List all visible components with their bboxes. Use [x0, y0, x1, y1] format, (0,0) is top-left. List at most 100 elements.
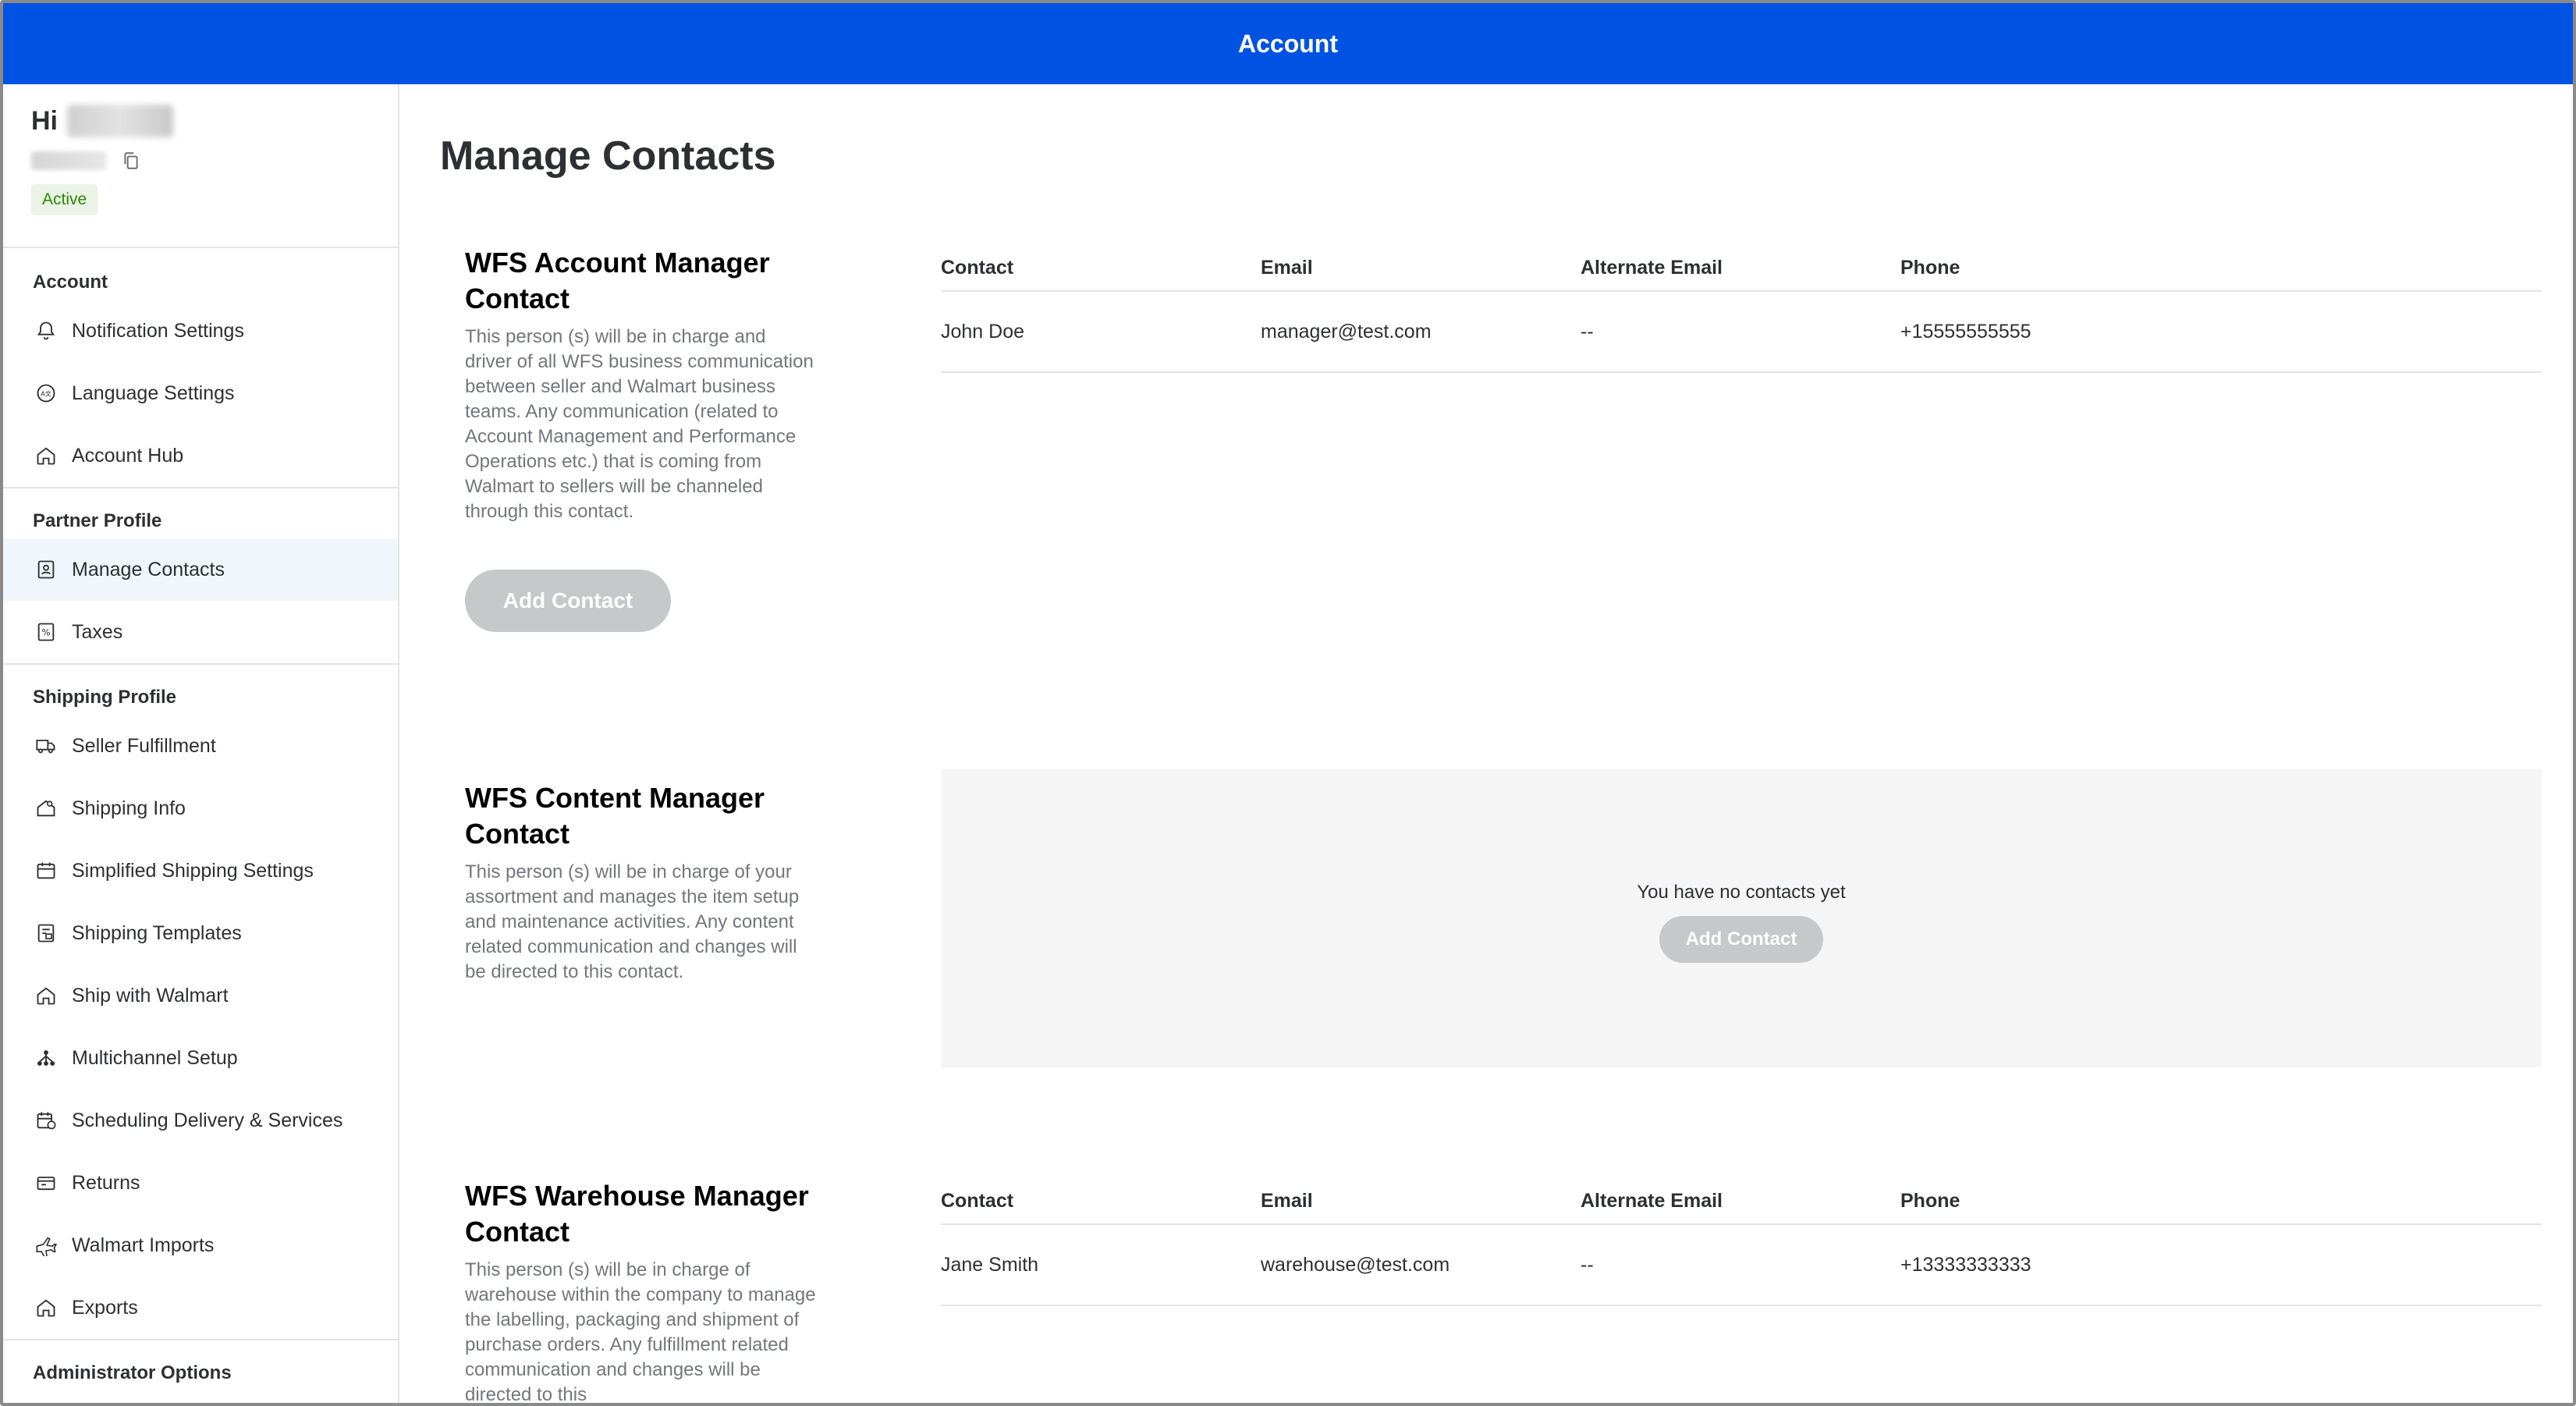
sidebar-item-simplified-shipping-settings[interactable]: Simplified Shipping Settings [3, 840, 398, 902]
sidebar-item-ship-with-walmart[interactable]: Ship with Walmart [3, 964, 398, 1027]
add-contact-button[interactable]: Add Contact [1659, 916, 1823, 963]
section-description: This person (s) will be in charge of you… [465, 861, 800, 982]
cell-alternate-email: -- [1581, 320, 1594, 343]
sidebar-item-label: Simplified Shipping Settings [72, 859, 314, 882]
sidebar-item-label: Ship with Walmart [72, 984, 229, 1007]
template-icon [34, 921, 58, 945]
sidebar-item-seller-fulfillment[interactable]: Seller Fulfillment [3, 715, 398, 777]
column-header-email: Email [1261, 256, 1313, 279]
sidebar-group-title: Shipping Profile [33, 687, 176, 708]
sidebar-item-label: Account Hub [72, 444, 184, 467]
sidebar-item-label: Shipping Templates [72, 921, 242, 944]
calendar-icon [34, 859, 58, 882]
sidebar-divider [3, 247, 398, 248]
section-description: This person (s) will be in charge of war… [465, 1259, 816, 1405]
section-title: WFS Content Manager Contact [465, 782, 765, 850]
sidebar-divider [3, 1339, 398, 1340]
sidebar: Hi Active Account Notification Settings … [3, 84, 399, 1403]
sidebar-group-title: Partner Profile [33, 510, 162, 531]
table-header: Contact Email Alternate Email Phone [941, 1178, 2542, 1225]
section-title: WFS Account Manager Contact [465, 247, 770, 314]
sidebar-item-account-hub[interactable]: Account Hub [3, 424, 398, 487]
sidebar-item-label: Notification Settings [72, 319, 244, 342]
contacts-icon [34, 558, 58, 581]
sidebar-group-title: Administrator Options [33, 1362, 232, 1383]
plane-icon [34, 1234, 58, 1257]
add-contact-button[interactable]: Add Contact [465, 570, 671, 632]
sidebar-item-label: Language Settings [72, 382, 235, 404]
sidebar-divider [3, 487, 398, 488]
table-row[interactable]: Jane Smith warehouse@test.com -- +133333… [941, 1225, 2542, 1306]
contacts-table: Contact Email Alternate Email Phone Jane… [941, 1178, 2542, 1306]
sidebar-item-label: Returns [72, 1171, 140, 1194]
column-header-phone: Phone [1900, 256, 1960, 279]
svg-text:A文: A文 [41, 390, 51, 398]
app-window: Account Hi Active Account Notification S… [0, 0, 2576, 1406]
sidebar-item-label: Shipping Info [72, 797, 186, 819]
cell-contact: Jane Smith [941, 1253, 1039, 1276]
section-title: WFS Warehouse Manager Contact [465, 1180, 809, 1248]
bell-icon [34, 319, 58, 343]
cell-phone: +13333333333 [1900, 1253, 2031, 1276]
home-icon [34, 984, 58, 1007]
table-row[interactable]: John Doe manager@test.com -- +1555555555… [941, 292, 2542, 373]
top-header: Account [3, 3, 2573, 84]
sidebar-item-shipping-info[interactable]: Shipping Info [3, 777, 398, 840]
column-header-contact: Contact [941, 256, 1014, 279]
greeting-text: Hi [31, 105, 58, 136]
redacted-user-name [67, 105, 173, 137]
language-icon: A文 [34, 382, 58, 405]
sidebar-item-manage-contacts[interactable]: Manage Contacts [3, 538, 398, 601]
column-header-alternate-email: Alternate Email [1581, 256, 1723, 279]
sidebar-divider [3, 663, 398, 665]
sidebar-item-multichannel-setup[interactable]: Multichannel Setup [3, 1027, 398, 1089]
sidebar-group-title: Account [33, 272, 108, 293]
empty-contacts-panel: You have no contacts yet Add Contact [941, 769, 2542, 1067]
tax-icon: % [34, 620, 58, 644]
sidebar-item-exports[interactable]: Exports [3, 1276, 398, 1339]
returns-icon [34, 1171, 58, 1195]
sidebar-item-returns[interactable]: Returns [3, 1152, 398, 1214]
sidebar-group-partner-profile: Partner Profile Manage Contacts % Taxes [3, 504, 398, 663]
cell-contact: John Doe [941, 320, 1025, 343]
sidebar-item-shipping-templates[interactable]: Shipping Templates [3, 902, 398, 964]
home-icon [34, 444, 58, 467]
sidebar-item-label: Scheduling Delivery & Services [72, 1109, 343, 1131]
sidebar-item-label: Seller Fulfillment [72, 734, 216, 757]
empty-state-text: You have no contacts yet [1637, 882, 1846, 903]
redacted-partner-id [31, 151, 106, 170]
column-header-phone: Phone [1900, 1189, 1960, 1212]
sidebar-item-taxes[interactable]: % Taxes [3, 601, 398, 663]
cell-alternate-email: -- [1581, 1253, 1594, 1276]
sidebar-group-administrator-options: Administrator Options [3, 1356, 398, 1390]
truck-icon [34, 734, 58, 758]
network-icon [34, 1046, 58, 1070]
sidebar-item-language-settings[interactable]: A文 Language Settings [3, 362, 398, 424]
cell-email: warehouse@test.com [1261, 1253, 1450, 1276]
sidebar-item-label: Walmart Imports [72, 1234, 215, 1256]
page-title: Manage Contacts [440, 133, 776, 179]
house-settings-icon [34, 797, 58, 820]
svg-text:%: % [41, 627, 50, 638]
sidebar-item-label: Taxes [72, 620, 123, 643]
home-icon [34, 1296, 58, 1319]
header-title: Account [1238, 29, 1338, 58]
column-header-email: Email [1261, 1189, 1313, 1212]
sidebar-item-scheduling-delivery[interactable]: Scheduling Delivery & Services [3, 1089, 398, 1152]
status-badge: Active [31, 184, 98, 215]
sidebar-item-label: Exports [72, 1296, 138, 1319]
table-header: Contact Email Alternate Email Phone [941, 245, 2542, 292]
sidebar-group-shipping-profile: Shipping Profile Seller Fulfillment Ship… [3, 680, 398, 1339]
user-info: Hi Active [31, 105, 173, 215]
column-header-contact: Contact [941, 1189, 1014, 1212]
copy-icon[interactable] [120, 150, 142, 172]
main-content: Manage Contacts WFS Account Manager Cont… [401, 84, 2573, 1405]
sidebar-item-label: Manage Contacts [72, 558, 225, 581]
sidebar-item-walmart-imports[interactable]: Walmart Imports [3, 1214, 398, 1276]
sidebar-group-account: Account Notification Settings A文 Languag… [3, 265, 398, 487]
cell-phone: +15555555555 [1900, 320, 2031, 343]
section-description: This person (s) will be in charge and dr… [465, 326, 814, 522]
sidebar-item-label: Multichannel Setup [72, 1046, 238, 1069]
cell-email: manager@test.com [1261, 320, 1432, 343]
sidebar-item-notification-settings[interactable]: Notification Settings [3, 300, 398, 362]
